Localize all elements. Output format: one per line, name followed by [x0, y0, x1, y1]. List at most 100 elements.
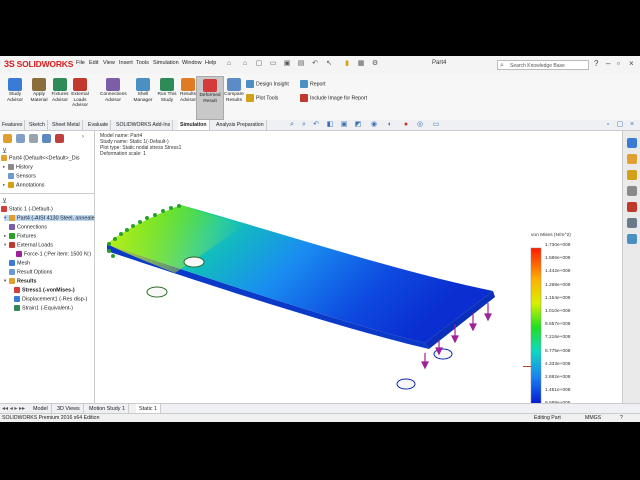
- menu-window[interactable]: Window: [182, 60, 202, 66]
- tree-displacement-plot[interactable]: Displacement1 (-Res disp-): [14, 296, 87, 302]
- resources-icon[interactable]: [627, 138, 637, 148]
- model-canvas[interactable]: [95, 131, 620, 403]
- solidworks-forum-icon[interactable]: [627, 234, 637, 244]
- search-input[interactable]: ⌕ Search Knowledge Base: [497, 60, 589, 70]
- help-icon[interactable]: ?: [594, 59, 598, 68]
- plot-tools-button[interactable]: Plot Tools: [246, 94, 278, 102]
- file-explorer-icon[interactable]: [627, 170, 637, 180]
- tree-study[interactable]: Static 1 (-Default-): [1, 206, 53, 212]
- tree-sensors[interactable]: Sensors: [8, 173, 36, 179]
- design-insight-button[interactable]: Design Insight: [246, 80, 289, 88]
- tab-features[interactable]: Features: [0, 120, 26, 130]
- hide-show-icon[interactable]: ◉: [370, 121, 378, 129]
- previous-view-icon[interactable]: ↶: [312, 121, 320, 129]
- scene-icon[interactable]: ●: [402, 121, 410, 129]
- tree-result-options[interactable]: Result Options: [9, 269, 52, 275]
- study-advisor-button[interactable]: Study Advisor: [2, 76, 28, 118]
- edit-appearance-icon[interactable]: ◐: [386, 121, 394, 129]
- filter-icon[interactable]: ⊻: [2, 147, 7, 155]
- design-library-icon[interactable]: [627, 154, 637, 164]
- part-icon: [1, 155, 7, 161]
- units-button[interactable]: MMGS: [585, 415, 601, 421]
- close-icon[interactable]: ×: [629, 59, 634, 68]
- menu-help[interactable]: Help: [205, 60, 216, 66]
- tree-history[interactable]: ▸ History: [3, 164, 33, 170]
- menu-tools[interactable]: Tools: [136, 60, 149, 66]
- restore-icon[interactable]: ▫: [617, 59, 620, 68]
- tree-annotations[interactable]: ▸ Annotations: [3, 182, 44, 188]
- feature-manager-icon[interactable]: [3, 134, 12, 143]
- undo-icon[interactable]: ↶: [310, 59, 320, 69]
- home-icon[interactable]: ⌂: [240, 59, 250, 69]
- tab-evaluate[interactable]: Evaluate: [86, 120, 112, 130]
- tab-addins[interactable]: SOLIDWORKS Add-Ins: [114, 120, 174, 130]
- tab-scroll-icon[interactable]: ◂◂ ◂ ▸ ▸▸: [2, 405, 25, 412]
- shell-button[interactable]: Shell Manager: [130, 76, 156, 118]
- new-document-icon[interactable]: ▢: [254, 59, 264, 69]
- connections-icon: [106, 78, 120, 91]
- tab-simulation[interactable]: Simulation: [178, 120, 210, 130]
- tree-force[interactable]: Force-1 (:Per item: 1500 N:): [16, 251, 91, 257]
- zoom-area-icon[interactable]: ⌕: [300, 121, 308, 129]
- display-manager-icon[interactable]: [55, 134, 64, 143]
- solidworks-window: 3S SOLIDWORKS File Edit View Insert Tools…: [0, 56, 640, 422]
- file-properties-icon[interactable]: ▦: [356, 59, 366, 69]
- report-button[interactable]: Report: [300, 80, 326, 88]
- restore-pane-icon[interactable]: ▫: [604, 121, 612, 129]
- maximize-pane-icon[interactable]: ▢: [616, 121, 624, 129]
- print-icon[interactable]: ▤: [296, 59, 306, 69]
- minimize-icon[interactable]: –: [606, 59, 610, 68]
- tree-fixtures[interactable]: ▸ Fixtures: [4, 233, 36, 239]
- tree-material-row[interactable]: ▾ Part4 (-AISI 4130 Steel, anneale: [4, 215, 95, 222]
- menu-view[interactable]: View: [103, 60, 115, 66]
- section-view-icon[interactable]: ◧: [326, 121, 334, 129]
- custom-properties-icon[interactable]: [627, 218, 637, 228]
- menu-insert[interactable]: Insert: [119, 60, 133, 66]
- annotations-icon: [8, 182, 14, 188]
- menu-file[interactable]: File: [76, 60, 85, 66]
- tab-sketch[interactable]: Sketch: [27, 120, 48, 130]
- view-settings-icon[interactable]: ◎: [416, 121, 424, 129]
- close-pane-icon[interactable]: ×: [628, 121, 636, 129]
- tree-mesh[interactable]: Mesh: [9, 260, 30, 266]
- tab-sheet-metal[interactable]: Sheet Metal: [50, 120, 83, 130]
- dimxpert-icon[interactable]: [42, 134, 51, 143]
- filter-icon-2[interactable]: ⊻: [2, 197, 7, 205]
- hole-2: [146, 286, 168, 298]
- deformed-button[interactable]: Deformed Result: [196, 76, 224, 120]
- connections-button[interactable]: Connections Advisor: [100, 76, 127, 118]
- tree-results[interactable]: ▾ Results: [4, 278, 36, 284]
- compare-icon: [227, 78, 241, 91]
- save-icon[interactable]: ▣: [282, 59, 292, 69]
- options-icon[interactable]: ⚙: [370, 59, 380, 69]
- monitor-icon[interactable]: ▭: [432, 121, 440, 129]
- graphics-area[interactable]: Model name: Part4 Study name: Static 1(-…: [95, 131, 620, 422]
- deformed-icon: [203, 79, 217, 92]
- display-style-icon[interactable]: ◩: [354, 121, 362, 129]
- include-image-button[interactable]: Include Image for Report: [300, 94, 367, 102]
- rebuild-icon[interactable]: ▮: [342, 59, 352, 69]
- compare-button[interactable]: Compare Results: [221, 76, 247, 118]
- view-orientation-icon[interactable]: ▣: [340, 121, 348, 129]
- tab-analysis-preparation[interactable]: Analysis Preparation: [214, 120, 267, 130]
- tree-connections[interactable]: Connections: [9, 224, 47, 230]
- tree-stress-plot[interactable]: Stress1 (-vonMises-): [14, 287, 75, 293]
- menu-simulation[interactable]: Simulation: [153, 60, 179, 66]
- pin-icon[interactable]: ⌂: [224, 59, 234, 69]
- tree-strain-plot[interactable]: Strain1 (-Equivalent-): [14, 305, 73, 311]
- menu-edit[interactable]: Edit: [89, 60, 98, 66]
- zoom-fit-icon[interactable]: ⌕: [288, 121, 296, 129]
- expand-panel-icon[interactable]: ›: [82, 134, 84, 140]
- open-icon[interactable]: ▭: [268, 59, 278, 69]
- panel-divider: [0, 193, 94, 194]
- help-status-icon[interactable]: ?: [620, 415, 623, 421]
- appearances-icon[interactable]: [627, 202, 637, 212]
- tree-external-loads[interactable]: ▾ External Loads: [4, 242, 53, 248]
- view-palette-icon[interactable]: [627, 186, 637, 196]
- load-button[interactable]: External Loads Advisor: [67, 76, 93, 118]
- property-manager-icon[interactable]: [16, 134, 25, 143]
- tree-part[interactable]: Part4 (Default<<Default>_Dis: [1, 155, 80, 161]
- solidworks-logo[interactable]: 3S SOLIDWORKS: [4, 59, 73, 69]
- select-icon[interactable]: ↖: [324, 59, 334, 69]
- configuration-manager-icon[interactable]: [29, 134, 38, 143]
